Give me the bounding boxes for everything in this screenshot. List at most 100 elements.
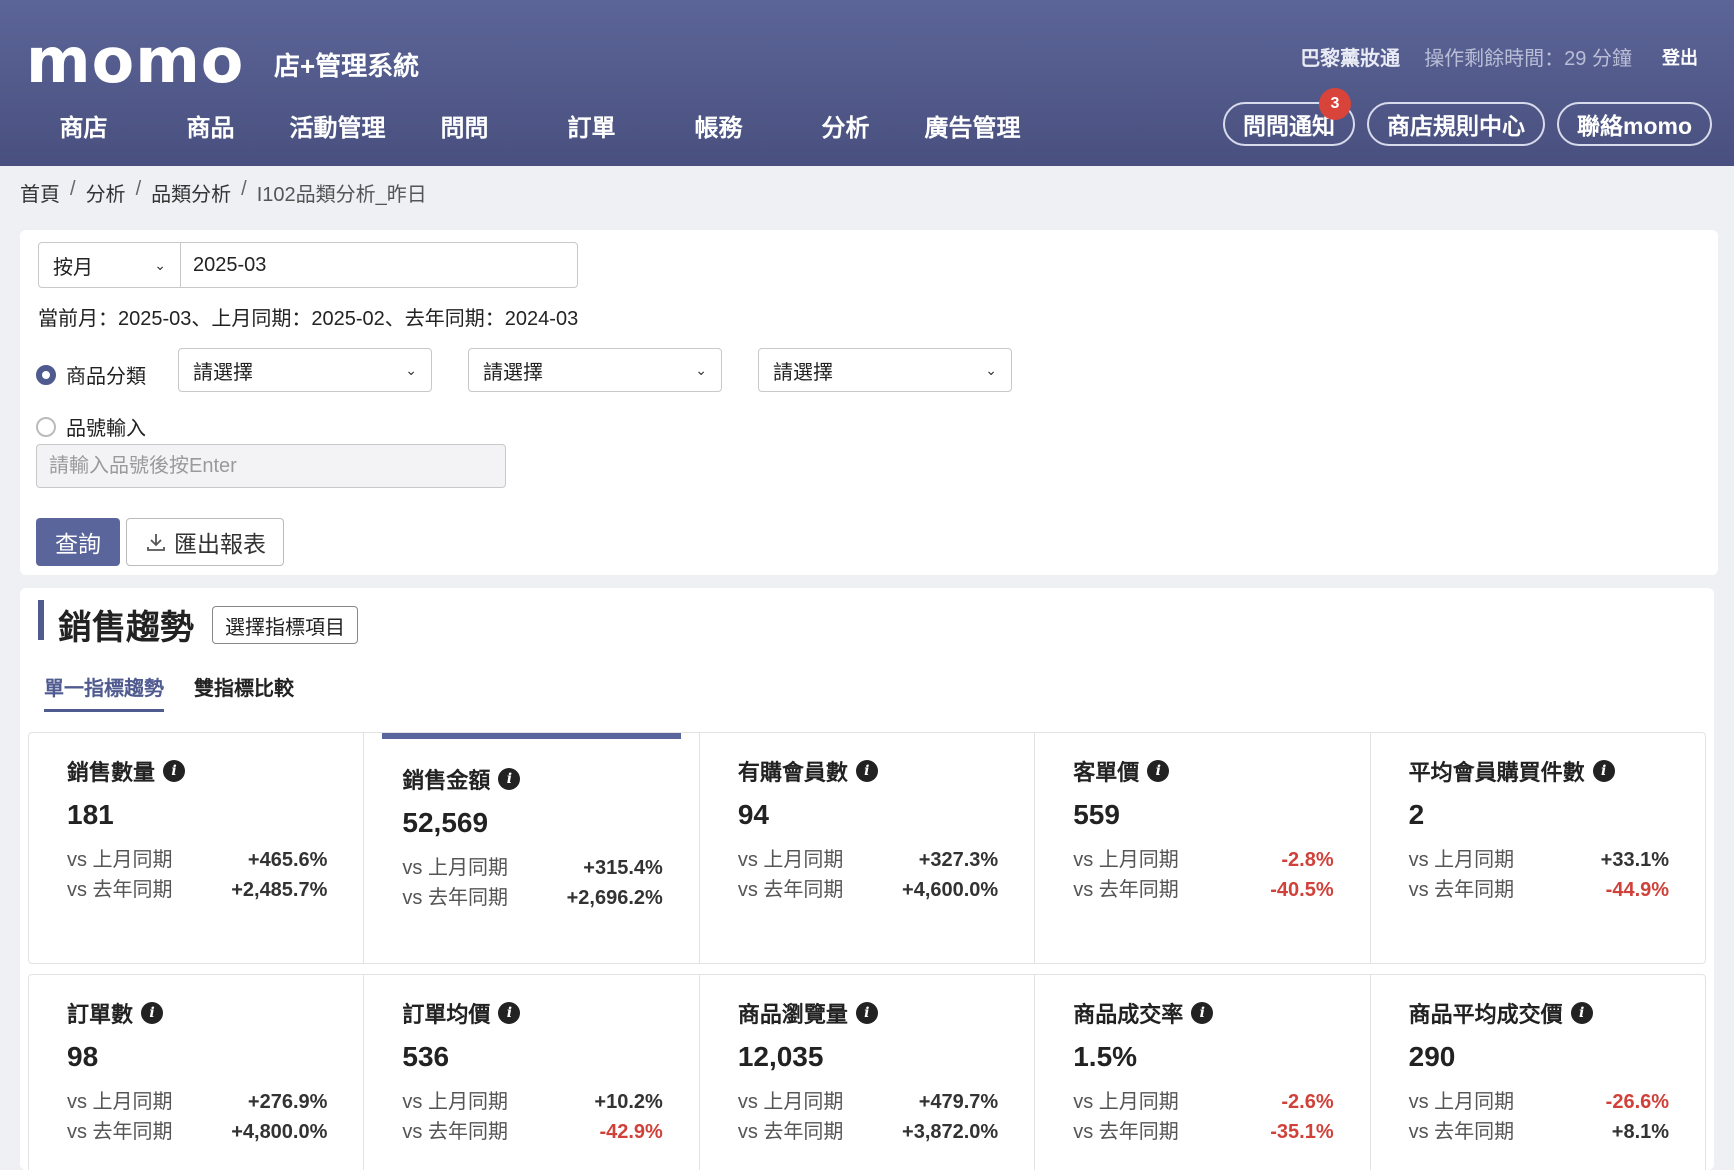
info-icon[interactable]: i [498, 1002, 521, 1024]
export-report-button[interactable]: 匯出報表 [126, 518, 284, 566]
category-radio-row[interactable]: 商品分類 [36, 360, 146, 389]
metric-card[interactable]: 平均會員購買件數 i 2 vs 上月同期 +33.1% vs 去年同期 -44.… [1371, 733, 1705, 963]
period-type-select[interactable]: 按月 ⌄ [38, 242, 181, 288]
info-icon[interactable]: i [141, 1002, 164, 1024]
nav-store[interactable]: 商店 [20, 108, 147, 143]
mom-comparison: vs 上月同期 -2.8% [1073, 845, 1333, 875]
metric-card[interactable]: 訂單數 i 98 vs 上月同期 +276.9% vs 去年同期 +4,800.… [29, 975, 365, 1170]
nav-orders[interactable]: 訂單 [528, 108, 655, 143]
info-icon[interactable]: i [1147, 760, 1170, 782]
metric-title: 商品成交率 i [1073, 997, 1333, 1029]
mom-label: vs 上月同期 [1408, 1091, 1515, 1113]
info-icon[interactable]: i [855, 1002, 878, 1024]
period-type-value: 按月 [53, 256, 93, 279]
sku-radio[interactable] [36, 416, 56, 437]
info-icon[interactable]: i [855, 760, 878, 782]
qa-notification-button[interactable]: 問問通知 3 [1223, 88, 1355, 146]
period-input[interactable] [180, 242, 578, 288]
system-subtitle: 店+管理系統 [274, 51, 420, 81]
metric-card[interactable]: 商品成交率 i 1.5% vs 上月同期 -2.6% vs 去年同期 -35.1… [1035, 975, 1371, 1170]
yoy-label: vs 去年同期 [737, 879, 844, 901]
metric-title-text: 銷售金額 [402, 768, 491, 793]
yoy-label: vs 去年同期 [402, 1121, 508, 1143]
nav-products[interactable]: 商品 [147, 108, 274, 143]
metric-title-text: 平均會員購買件數 [1408, 760, 1585, 785]
metric-card[interactable]: 商品瀏覽量 i 12,035 vs 上月同期 +479.7% vs 去年同期 +… [700, 975, 1036, 1170]
breadcrumb-home[interactable]: 首頁 [20, 178, 60, 207]
metric-title: 有購會員數 i [738, 755, 998, 787]
info-icon[interactable]: i [1191, 1002, 1214, 1024]
breadcrumb-separator: / [241, 178, 247, 200]
mom-value: -2.6% [1281, 1091, 1334, 1113]
metric-card[interactable]: 銷售數量 i 181 vs 上月同期 +465.6% vs 去年同期 +2,48… [29, 733, 365, 963]
category-select-level1[interactable]: 請選擇 ⌄ [178, 348, 432, 392]
logout-link[interactable]: 登出 [1662, 44, 1698, 70]
metric-title-text: 銷售數量 [67, 760, 156, 785]
metric-value: 52,569 [402, 807, 489, 838]
mom-value: +465.6% [247, 849, 328, 871]
metric-title-text: 商品平均成交價 [1408, 1002, 1563, 1027]
info-icon[interactable]: i [1592, 760, 1615, 782]
info-icon[interactable]: i [498, 768, 521, 790]
select-metrics-button[interactable]: 選擇指標項目 [212, 606, 358, 644]
sku-input[interactable] [36, 444, 506, 488]
breadcrumb-category-analysis[interactable]: 品類分析 [151, 178, 231, 207]
chevron-down-icon: ⌄ [154, 256, 166, 273]
nav-accounting[interactable]: 帳務 [655, 108, 782, 143]
tab-dual-metric[interactable]: 雙指標比較 [194, 672, 294, 709]
tab-single-metric[interactable]: 單一指標趨勢 [44, 672, 164, 712]
metric-title-text: 有購會員數 [737, 760, 848, 785]
contact-momo-button[interactable]: 聯絡momo [1557, 102, 1712, 146]
yoy-label: vs 去年同期 [67, 1121, 173, 1143]
section-title: 銷售趨勢 [58, 609, 194, 647]
yoy-comparison: vs 去年同期 +2,696.2% [402, 883, 662, 913]
sku-radio-row[interactable]: 品號輸入 [36, 412, 146, 441]
breadcrumb-current: I102品類分析_昨日 [256, 184, 427, 206]
category-select-level2[interactable]: 請選擇 ⌄ [468, 348, 722, 392]
nav-analytics[interactable]: 分析 [782, 108, 909, 143]
date-range-info: 當前月：2025-03、上月同期：2025-02、去年同期：2024-03 [38, 308, 579, 330]
info-icon[interactable]: i [1570, 1002, 1593, 1024]
metric-card[interactable]: 客單價 i 559 vs 上月同期 -2.8% vs 去年同期 -40.5% [1035, 733, 1371, 963]
metric-title-text: 訂單均價 [402, 1002, 491, 1027]
select-placeholder: 請選擇 [773, 361, 833, 384]
metric-card[interactable]: 有購會員數 i 94 vs 上月同期 +327.3% vs 去年同期 +4,60… [700, 733, 1036, 963]
nav-ads[interactable]: 廣告管理 [909, 108, 1036, 143]
yoy-comparison: vs 去年同期 +8.1% [1409, 1117, 1669, 1147]
mom-label: vs 上月同期 [737, 1091, 844, 1113]
yoy-comparison: vs 去年同期 -44.9% [1409, 875, 1669, 905]
filter-panel: 按月 ⌄ 當前月：2025-03、上月同期：2025-02、去年同期：2024-… [20, 230, 1718, 575]
category-radio[interactable] [36, 364, 56, 385]
breadcrumb-analytics[interactable]: 分析 [86, 178, 126, 207]
sku-radio-label: 品號輸入 [66, 418, 146, 440]
metric-card[interactable]: 商品平均成交價 i 290 vs 上月同期 -26.6% vs 去年同期 +8.… [1371, 975, 1705, 1170]
mom-value: -2.8% [1281, 849, 1334, 871]
yoy-label: vs 去年同期 [67, 879, 173, 901]
metric-card[interactable]: 訂單均價 i 536 vs 上月同期 +10.2% vs 去年同期 -42.9% [364, 975, 700, 1170]
yoy-value: -44.9% [1605, 879, 1670, 901]
metric-card[interactable]: 銷售金額 i 52,569 vs 上月同期 +315.4% vs 去年同期 +2… [364, 733, 700, 963]
mom-comparison: vs 上月同期 -26.6% [1409, 1087, 1669, 1117]
metric-title: 銷售數量 i [67, 755, 327, 787]
nav-campaigns[interactable]: 活動管理 [274, 108, 401, 143]
momo-logo[interactable]: momo [26, 30, 244, 92]
query-button[interactable]: 查詢 [36, 518, 120, 566]
category-select-level3[interactable]: 請選擇 ⌄ [758, 348, 1012, 392]
select-placeholder: 請選擇 [193, 361, 253, 384]
metric-title-text: 客單價 [1073, 760, 1140, 785]
yoy-value: +8.1% [1611, 1121, 1670, 1143]
main-nav: 商店 商品 活動管理 問問 訂單 帳務 分析 廣告管理 [20, 108, 1036, 143]
info-icon[interactable]: i [163, 760, 186, 782]
mom-value: +315.4% [583, 857, 663, 879]
yoy-label: vs 去年同期 [1073, 879, 1179, 901]
yoy-value: +2,485.7% [231, 879, 328, 901]
store-rules-button[interactable]: 商店規則中心 [1367, 102, 1545, 146]
yoy-value: +4,600.0% [902, 879, 999, 901]
mom-label: vs 上月同期 [1408, 849, 1515, 871]
yoy-comparison: vs 去年同期 +4,800.0% [67, 1117, 327, 1147]
metric-cards-row-1: 銷售數量 i 181 vs 上月同期 +465.6% vs 去年同期 +2,48… [28, 732, 1706, 964]
mom-label: vs 上月同期 [402, 1091, 508, 1113]
nav-qa[interactable]: 問問 [401, 108, 528, 143]
mom-value: -26.6% [1605, 1091, 1670, 1113]
mom-label: vs 上月同期 [1073, 849, 1179, 871]
